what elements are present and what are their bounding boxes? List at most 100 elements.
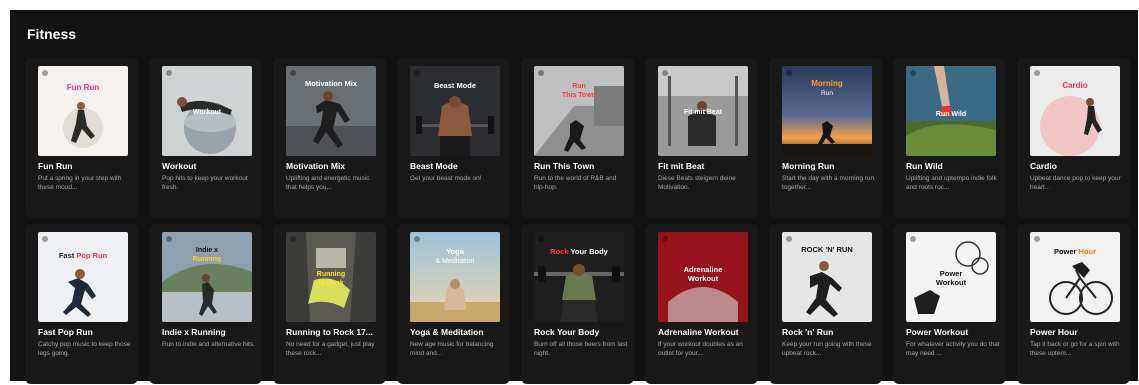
playlist-card[interactable]: Run This Town Run This Town Run to the worl… bbox=[521, 58, 634, 218]
playlist-description: Run to the world of R&B and hip-hop. bbox=[534, 175, 617, 191]
playlist-cover[interactable]: Yoga & Meditation bbox=[410, 232, 500, 322]
playlist-title[interactable]: Yoga & Meditation bbox=[410, 327, 506, 337]
playlist-cover[interactable]: Running to Rock bbox=[286, 232, 376, 322]
svg-text:Fit mit Beat: Fit mit Beat bbox=[684, 109, 723, 116]
spotify-logo-icon bbox=[1034, 236, 1040, 242]
playlist-description: Upbeat dance pop to keep your heart... bbox=[1030, 175, 1121, 191]
playlist-card[interactable]: Power Hour Power Hour Tap it back or go fo… bbox=[1017, 224, 1130, 384]
playlist-card[interactable]: Beast Mode Beast Mode Get your beast mode … bbox=[397, 58, 510, 218]
playlist-title[interactable]: Rock Your Body bbox=[534, 327, 630, 337]
playlist-description: Get your beast mode on! bbox=[410, 175, 482, 182]
svg-text:Power Hour: Power Hour bbox=[1054, 247, 1096, 256]
playlist-title[interactable]: Adrenaline Workout bbox=[658, 327, 754, 337]
playlist-cover[interactable]: Run This Town bbox=[534, 66, 624, 156]
playlist-description: Start the day with a morning run togethe… bbox=[782, 175, 875, 191]
playlist-title[interactable]: Motivation Mix bbox=[286, 161, 382, 171]
playlist-card[interactable]: Fast Pop Run Fast Pop Run Catchy pop music… bbox=[25, 224, 138, 384]
svg-text:Running: Running bbox=[193, 256, 221, 263]
playlist-title[interactable]: Fit mit Beat bbox=[658, 161, 754, 171]
playlist-cover[interactable]: Rock Your Body bbox=[534, 232, 624, 322]
svg-text:Workout: Workout bbox=[688, 274, 719, 283]
playlist-description: Keep your run going with these upbeat ro… bbox=[782, 341, 872, 357]
playlist-card[interactable]: Indie x Running Indie x Running Run to indi… bbox=[149, 224, 262, 384]
svg-text:Power: Power bbox=[940, 269, 963, 278]
svg-text:& Meditation: & Meditation bbox=[436, 258, 475, 265]
svg-text:This Town: This Town bbox=[562, 92, 596, 99]
playlist-card[interactable]: Fun Run Fun Run Put a spring in your step … bbox=[25, 58, 138, 218]
svg-text:Motivation Mix: Motivation Mix bbox=[305, 79, 358, 88]
playlist-cover[interactable]: Fast Pop Run bbox=[38, 232, 128, 322]
playlist-description: Pop hits to keep your workout fresh. bbox=[162, 175, 248, 191]
playlist-card[interactable]: Fit mit Beat Fit mit Beat Diese Beats stei… bbox=[645, 58, 758, 218]
svg-text:Morning: Morning bbox=[811, 79, 843, 88]
svg-text:ROCK 'N' RUN: ROCK 'N' RUN bbox=[801, 245, 852, 254]
playlist-cover[interactable]: Run Wild bbox=[906, 66, 996, 156]
playlist-title[interactable]: Running to Rock 17... bbox=[286, 327, 382, 337]
playlist-description: New age music for balancing mind and... bbox=[410, 341, 494, 357]
playlist-card[interactable]: Running to Rock Running to Rock 17... No ne… bbox=[273, 224, 386, 384]
svg-text:Run: Run bbox=[572, 83, 586, 90]
playlist-title[interactable]: Fun Run bbox=[38, 161, 134, 171]
playlist-card[interactable]: Power Workout Power Workout For whatever ac… bbox=[893, 224, 1006, 384]
spotify-logo-icon bbox=[786, 70, 792, 76]
playlist-cover[interactable]: Power Hour bbox=[1030, 232, 1120, 322]
playlist-cover[interactable]: Adrenaline Workout bbox=[658, 232, 748, 322]
spotify-logo-icon bbox=[414, 236, 420, 242]
spotify-logo-icon bbox=[42, 236, 48, 242]
playlist-description: No need for a gadget, just play these ro… bbox=[286, 341, 375, 357]
playlist-title[interactable]: Beast Mode bbox=[410, 161, 506, 171]
spotify-logo-icon bbox=[414, 70, 420, 76]
playlist-card[interactable]: Yoga & Meditation Yoga & Meditation New age… bbox=[397, 224, 510, 384]
fitness-shelf: Fitness Fun Run Fun Run Put a spring in yo… bbox=[10, 10, 1138, 384]
playlist-cover[interactable]: Morning Run bbox=[782, 66, 872, 156]
spotify-logo-icon bbox=[166, 70, 172, 76]
playlist-title[interactable]: Morning Run bbox=[782, 161, 878, 171]
playlist-title[interactable]: Fast Pop Run bbox=[38, 327, 134, 337]
playlist-title[interactable]: Rock 'n' Run bbox=[782, 327, 878, 337]
section-title[interactable]: Fitness bbox=[27, 26, 76, 42]
playlist-card[interactable]: Workout Workout Pop hits to keep your work… bbox=[149, 58, 262, 218]
playlist-cover[interactable]: Power Workout bbox=[906, 232, 996, 322]
playlist-title[interactable]: Workout bbox=[162, 161, 258, 171]
svg-text:Running: Running bbox=[317, 271, 345, 278]
svg-text:Rock Your Body: Rock Your Body bbox=[550, 247, 608, 256]
playlist-cover[interactable]: ROCK 'N' RUN bbox=[782, 232, 872, 322]
playlist-description: Tap it back or go for a spin with these … bbox=[1030, 341, 1120, 357]
spotify-logo-icon bbox=[538, 236, 544, 242]
playlist-title[interactable]: Power Hour bbox=[1030, 327, 1126, 337]
playlist-description: Diese Beats steigern deine Motivation. bbox=[658, 175, 736, 191]
playlist-cover[interactable]: Beast Mode bbox=[410, 66, 500, 156]
playlist-cover[interactable]: Motivation Mix bbox=[286, 66, 376, 156]
playlist-card[interactable]: Motivation Mix Motivation Mix Uplifting an… bbox=[273, 58, 386, 218]
playlist-card[interactable]: Cardio Cardio Upbeat dance pop to keep you… bbox=[1017, 58, 1130, 218]
playlist-card[interactable]: ROCK 'N' RUN Rock 'n' Run Keep your run go… bbox=[769, 224, 882, 384]
playlist-cover[interactable]: Workout bbox=[162, 66, 252, 156]
playlist-cover[interactable]: Fit mit Beat bbox=[658, 66, 748, 156]
svg-text:Cardio: Cardio bbox=[1062, 81, 1087, 90]
playlist-card[interactable]: Adrenaline Workout Adrenaline Workout If yo… bbox=[645, 224, 758, 384]
spotify-logo-icon bbox=[166, 236, 172, 242]
playlist-title[interactable]: Indie x Running bbox=[162, 327, 258, 337]
playlist-description: Uplifting and energetic music that helps… bbox=[286, 175, 370, 191]
playlist-card[interactable]: Run Wild Run Wild Uplifting and uptempo in… bbox=[893, 58, 1006, 218]
spotify-logo-icon bbox=[786, 236, 792, 242]
playlist-card[interactable]: Morning Run Morning Run Start the day with … bbox=[769, 58, 882, 218]
svg-text:Indie x: Indie x bbox=[196, 247, 218, 254]
spotify-logo-icon bbox=[910, 70, 916, 76]
svg-text:Beast Mode: Beast Mode bbox=[434, 81, 476, 90]
playlist-title[interactable]: Run This Town bbox=[534, 161, 630, 171]
svg-text:to Rock: to Rock bbox=[318, 280, 344, 287]
spotify-logo-icon bbox=[290, 70, 296, 76]
playlist-title[interactable]: Power Workout bbox=[906, 327, 1002, 337]
playlist-description: For whatever activity you do that may ne… bbox=[906, 341, 1000, 357]
playlist-title[interactable]: Run Wild bbox=[906, 161, 1002, 171]
playlist-cover[interactable]: Cardio bbox=[1030, 66, 1120, 156]
playlist-card[interactable]: Rock Your Body Rock Your Body Burn off all… bbox=[521, 224, 634, 384]
playlist-description: Uplifting and uptempo indie folk and roo… bbox=[906, 175, 997, 191]
svg-text:Adrenaline: Adrenaline bbox=[684, 265, 723, 274]
svg-text:Workout: Workout bbox=[193, 109, 222, 116]
spotify-logo-icon bbox=[42, 70, 48, 76]
playlist-cover[interactable]: Fun Run bbox=[38, 66, 128, 156]
playlist-title[interactable]: Cardio bbox=[1030, 161, 1126, 171]
playlist-cover[interactable]: Indie x Running bbox=[162, 232, 252, 322]
